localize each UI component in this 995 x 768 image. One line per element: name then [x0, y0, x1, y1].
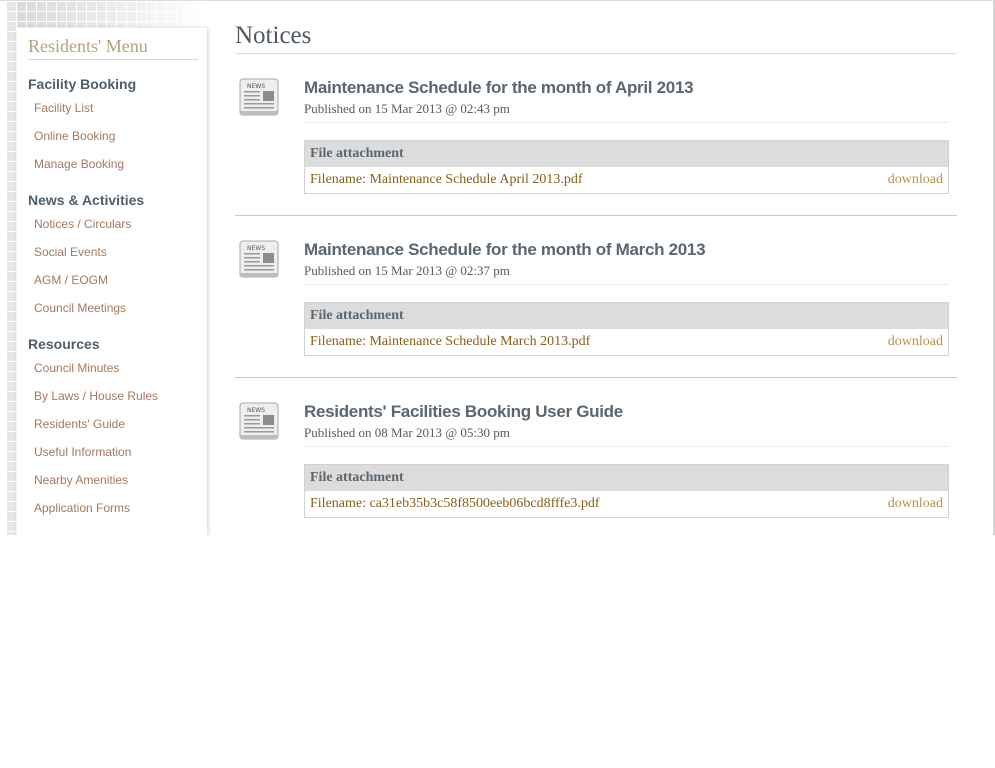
menu-item-residents-guide[interactable]: Residents' Guide [34, 410, 203, 438]
news-icon: NEWS [239, 402, 279, 440]
menu-item-notices-circulars[interactable]: Notices / Circulars [34, 210, 203, 238]
menu-item-nearby-amenities[interactable]: Nearby Amenities [34, 466, 203, 494]
attachment-filename: Filename: Maintenance Schedule April 201… [310, 172, 583, 187]
notice-published-date: Published on 15 Mar 2013 @ 02:37 pm [304, 263, 949, 285]
file-attachment-box: File attachment Filename: Maintenance Sc… [304, 302, 949, 356]
menu-item-online-booking[interactable]: Online Booking [34, 122, 203, 150]
menu-heading: News & Activities [28, 192, 145, 208]
menu-item-facility-list[interactable]: Facility List [34, 94, 203, 122]
menu-section-facility-booking: Facility Booking Facility List Online Bo… [28, 74, 203, 178]
news-icon-label: NEWS [247, 407, 265, 414]
notice-title-link[interactable]: Residents' Facilities Booking User Guide [304, 402, 623, 422]
page-frame: Residents' Menu Facility Booking Facilit… [0, 0, 995, 535]
attachment-row: Filename: Maintenance Schedule March 201… [305, 329, 948, 355]
attachment-filename: Filename: Maintenance Schedule March 201… [310, 334, 591, 349]
notice-item: NEWS Maintenance Schedule for the month … [235, 216, 957, 378]
download-link[interactable]: download [888, 167, 943, 193]
attachment-header: File attachment [305, 303, 948, 329]
attachment-row: Filename: Maintenance Schedule April 201… [305, 167, 948, 193]
notice-item: NEWS Residents' Facilities Booking User … [235, 378, 957, 535]
menu-heading: Facility Booking [28, 76, 137, 92]
menu-item-application-forms[interactable]: Application Forms [34, 494, 203, 522]
notice-title-link[interactable]: Maintenance Schedule for the month of Ma… [304, 240, 706, 260]
page-title: Notices [235, 21, 957, 54]
file-attachment-box: File attachment Filename: Maintenance Sc… [304, 140, 949, 194]
menu-heading: Resources [28, 336, 100, 352]
menu-item-council-meetings[interactable]: Council Meetings [34, 294, 203, 322]
menu-section-news-activities: News & Activities Notices / Circulars So… [28, 190, 203, 322]
menu-title: Residents' Menu [28, 36, 198, 60]
news-icon: NEWS [239, 78, 279, 116]
notice-published-date: Published on 08 Mar 2013 @ 05:30 pm [304, 425, 949, 447]
news-icon-label: NEWS [247, 83, 265, 90]
decorative-tile-pattern [6, 1, 206, 27]
notice-item: NEWS Maintenance Schedule for the month … [235, 54, 957, 216]
menu-item-manage-booking[interactable]: Manage Booking [34, 150, 203, 178]
news-icon: NEWS [239, 240, 279, 278]
download-link[interactable]: download [888, 329, 943, 355]
menu-item-useful-information[interactable]: Useful Information [34, 438, 203, 466]
attachment-row: Filename: ca31eb35b3c58f8500eeb06bcd8fff… [305, 491, 948, 517]
menu-item-social-events[interactable]: Social Events [34, 238, 203, 266]
menu-section-resources: Resources Council Minutes By Laws / Hous… [28, 334, 203, 522]
news-icon-label: NEWS [247, 245, 265, 252]
download-link[interactable]: download [888, 491, 943, 517]
menu-item-agm-eogm[interactable]: AGM / EOGM [34, 266, 203, 294]
menu-item-by-laws-house-rules[interactable]: By Laws / House Rules [34, 382, 203, 410]
notice-title-link[interactable]: Maintenance Schedule for the month of Ap… [304, 78, 694, 98]
file-attachment-box: File attachment Filename: ca31eb35b3c58f… [304, 464, 949, 518]
attachment-filename: Filename: ca31eb35b3c58f8500eeb06bcd8fff… [310, 496, 600, 511]
notice-published-date: Published on 15 Mar 2013 @ 02:43 pm [304, 101, 949, 123]
attachment-header: File attachment [305, 465, 948, 491]
main-content: Notices NEWS Maintenance Schedule for th… [235, 21, 957, 535]
residents-menu-sidebar: Residents' Menu Facility Booking Facilit… [17, 28, 207, 535]
menu-item-council-minutes[interactable]: Council Minutes [34, 354, 203, 382]
attachment-header: File attachment [305, 141, 948, 167]
